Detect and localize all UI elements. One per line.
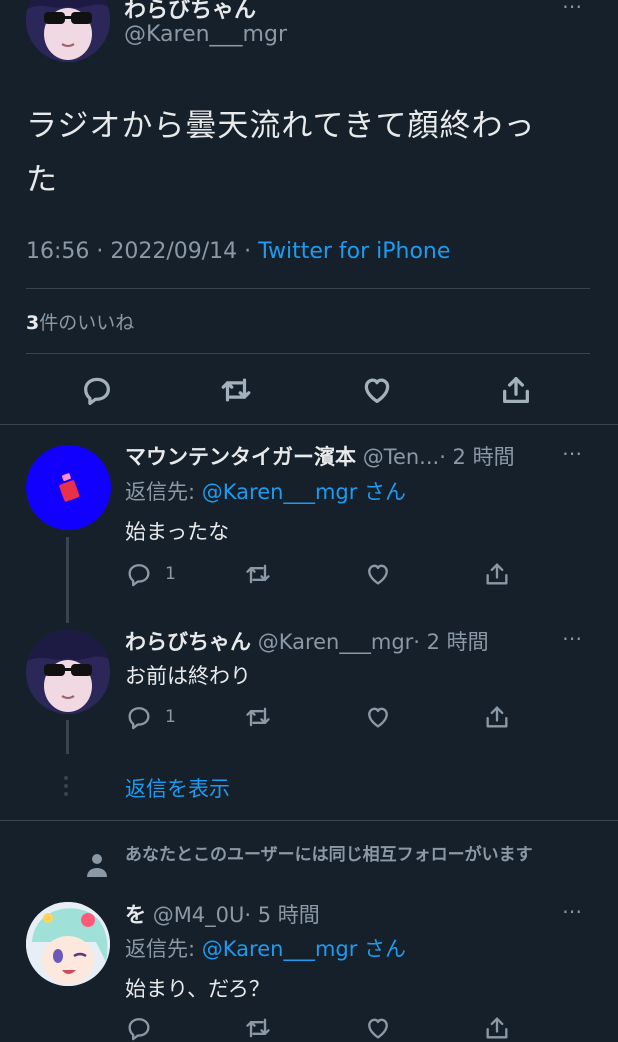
social-context: あなたとこのユーザーには同じ相互フォローがいます: [125, 845, 533, 865]
avatar-picture: [26, 630, 110, 714]
share-icon[interactable]: [483, 1014, 511, 1042]
reply-text: お前は終わり: [125, 664, 251, 688]
likes-count: 3: [26, 312, 40, 334]
reply-icon[interactable]: [80, 373, 114, 407]
divider: [0, 424, 618, 425]
avatar-picture: [58, 472, 79, 502]
more-options-icon[interactable]: ⋯: [562, 0, 584, 18]
reply-icon[interactable]: 1: [125, 703, 176, 731]
replying-to-suffix: さん: [357, 937, 407, 961]
like-icon[interactable]: [363, 1014, 393, 1042]
reply-avatar[interactable]: [26, 445, 111, 530]
replying-to-handle[interactable]: @Karen___mgr: [202, 480, 358, 504]
divider: [26, 288, 590, 289]
retweet-icon[interactable]: [243, 1014, 273, 1042]
like-icon[interactable]: [363, 703, 393, 731]
replying-to: 返信先: @Karen___mgr さん: [125, 933, 406, 963]
like-icon[interactable]: [363, 560, 393, 588]
share-icon[interactable]: [483, 560, 511, 588]
likes-label: 件のいいね: [39, 312, 135, 334]
reply-count: 1: [165, 707, 176, 727]
avatar-picture: [26, 902, 110, 986]
reply-header: わらびちゃん @Karen___mgr· 2 時間: [125, 626, 489, 656]
reply-display-name[interactable]: マウンテンタイガー濱本: [125, 445, 356, 469]
share-icon[interactable]: [499, 373, 533, 407]
retweet-icon[interactable]: [218, 373, 254, 407]
reply-age[interactable]: · 2 時間: [413, 630, 488, 654]
reply-age[interactable]: · 5 時間: [244, 903, 319, 927]
reply-icon[interactable]: [125, 1014, 153, 1042]
reply-handle[interactable]: @Ten...: [363, 445, 440, 469]
reply-handle[interactable]: @Karen___mgr: [258, 630, 414, 654]
tweet-source-link[interactable]: Twitter for iPhone: [258, 239, 450, 264]
vertical-dots-icon: [64, 776, 70, 796]
likes-summary[interactable]: 3件のいいね: [26, 308, 134, 335]
retweet-icon[interactable]: [243, 560, 273, 588]
reply-avatar[interactable]: [26, 630, 110, 714]
replying-to-suffix: さん: [357, 480, 407, 504]
replying-to-handle[interactable]: @Karen___mgr: [202, 937, 358, 961]
reply-header: マウンテンタイガー濱本 @Ten...· 2 時間: [125, 441, 515, 471]
share-icon[interactable]: [483, 703, 511, 731]
replying-to: 返信先: @Karen___mgr さん: [125, 476, 406, 506]
replying-to-label: 返信先:: [125, 937, 202, 961]
divider: [26, 353, 590, 354]
tweet-text-line-1: ラジオから曇天流れてきて顔終わっ: [26, 108, 536, 144]
retweet-icon[interactable]: [243, 703, 273, 731]
reply-age[interactable]: · 2 時間: [439, 445, 514, 469]
reply-display-name[interactable]: わらびちゃん: [125, 630, 251, 654]
reply-icon[interactable]: 1: [125, 560, 176, 588]
thread-line: [66, 720, 69, 754]
thread-line: [66, 537, 69, 623]
reply-text: 始まり、だろ？: [125, 977, 270, 1001]
more-options-icon[interactable]: ⋯: [562, 626, 584, 650]
reply-display-name[interactable]: を: [125, 903, 146, 927]
tweet-timestamp: 16:56 · 2022/09/14 ·: [26, 239, 259, 264]
tweet-text-line-2: た: [26, 162, 57, 198]
author-avatar[interactable]: [26, 0, 110, 62]
tweet-meta: 16:56 · 2022/09/14 · Twitter for iPhone: [26, 239, 450, 264]
replying-to-label: 返信先:: [125, 480, 202, 504]
more-options-icon[interactable]: ⋯: [562, 899, 584, 923]
show-replies-link[interactable]: 返信を表示: [125, 773, 230, 803]
reply-count: 1: [165, 564, 176, 584]
more-options-icon[interactable]: ⋯: [562, 441, 584, 465]
author-handle[interactable]: @Karen___mgr: [124, 22, 287, 47]
reply-text: 始まったな: [125, 520, 230, 544]
reply-avatar[interactable]: [26, 902, 110, 986]
like-icon[interactable]: [359, 373, 395, 407]
reply-header: を @M4_0U· 5 時間: [125, 899, 320, 929]
person-icon: [86, 852, 108, 882]
author-display-name[interactable]: わらびちゃん: [124, 0, 256, 24]
reply-handle[interactable]: @M4_0U: [153, 903, 245, 927]
divider: [0, 820, 618, 821]
